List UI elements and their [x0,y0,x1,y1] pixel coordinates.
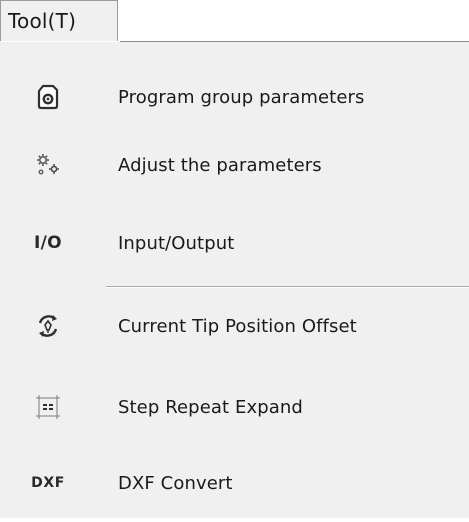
dxf-icon: DXF [22,463,74,503]
dxf-icon-text: DXF [31,475,65,491]
io-icon: I/O [22,223,74,263]
gears-icon [22,145,74,185]
menu-bar: Tool(T) [0,0,469,42]
io-icon-text: I/O [34,233,62,253]
menu-item-label: Current Tip Position Offset [118,315,357,337]
menu-item-label: Program group parameters [118,86,365,108]
menu-item-dxf-convert[interactable]: DXF DXF Convert [0,444,469,522]
menu-item-step-repeat-expand[interactable]: Step Repeat Expand [0,368,469,446]
menu-item-current-tip-position-offset[interactable]: Current Tip Position Offset [0,287,469,365]
menu-item-program-group-parameters[interactable]: Program group parameters [0,58,469,136]
menu-item-label: Step Repeat Expand [118,396,303,418]
tool-dropdown-menu: Program group parameters Adjust the para… [0,42,469,518]
menu-item-label: Adjust the parameters [118,154,322,176]
menu-tool[interactable]: Tool(T) [0,0,118,41]
menu-item-label: Input/Output [118,232,235,254]
step-repeat-icon [22,387,74,427]
tip-offset-icon [22,306,74,346]
menu-item-label: DXF Convert [118,472,233,494]
menu-item-adjust-parameters[interactable]: Adjust the parameters [0,126,469,204]
menu-item-input-output[interactable]: I/O Input/Output [0,204,469,282]
document-gear-icon [22,77,74,117]
